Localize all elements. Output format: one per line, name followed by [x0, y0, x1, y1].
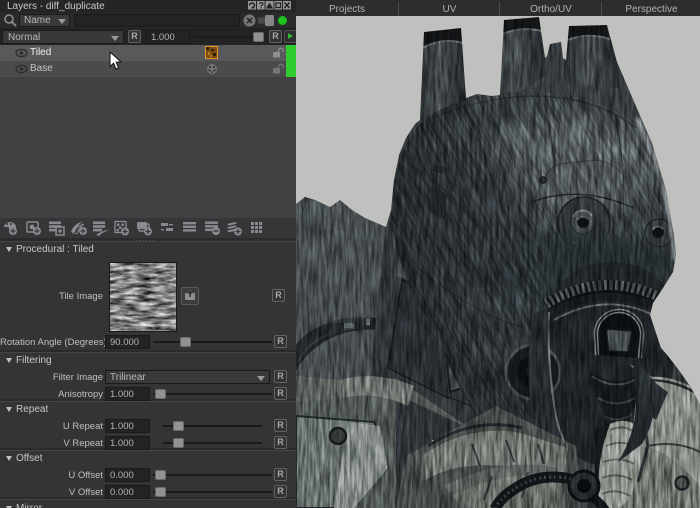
svg-text:?: ? [259, 1, 265, 10]
